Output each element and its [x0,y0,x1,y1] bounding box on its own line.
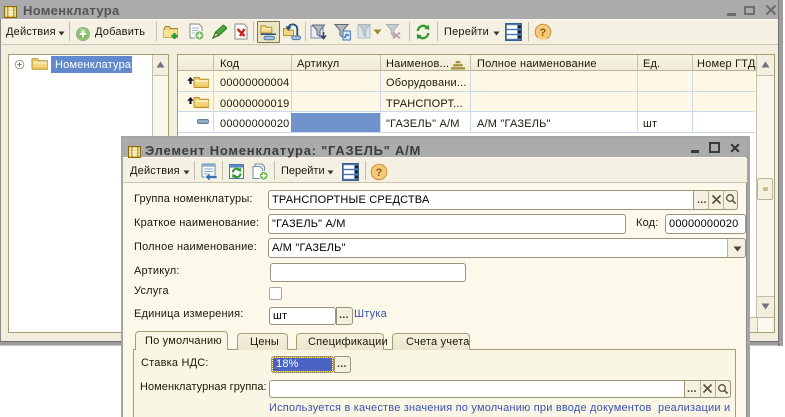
svg-text:?: ? [376,167,383,179]
svg-text:?: ? [540,27,547,39]
